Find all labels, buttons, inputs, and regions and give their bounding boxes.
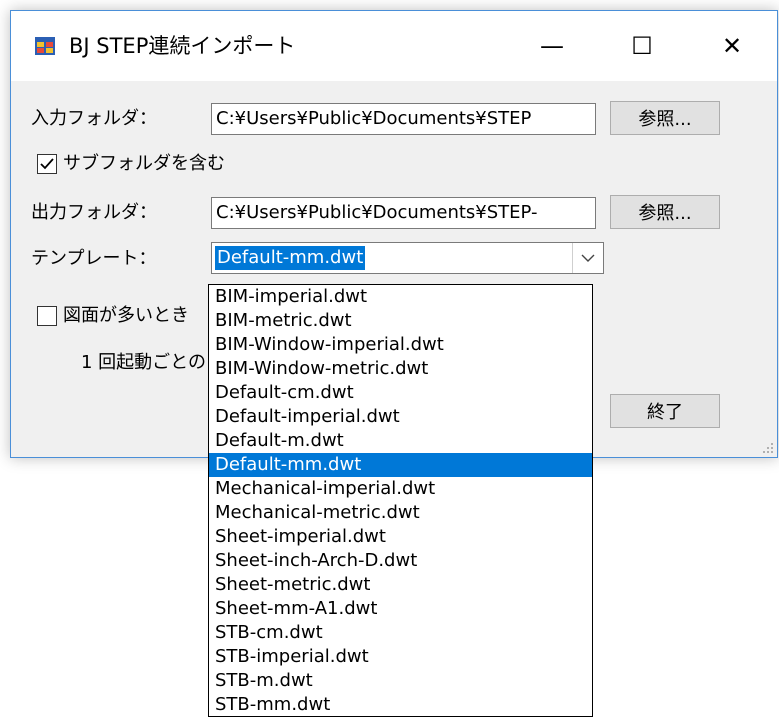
dropdown-item[interactable]: BIM-Window-metric.dwt — [209, 357, 592, 381]
input-folder-label: 入力フォルダ： — [31, 108, 157, 129]
dropdown-item[interactable]: STB-cm.dwt — [209, 621, 592, 645]
template-combobox[interactable]: Default-mm.dwt — [211, 242, 604, 274]
maximize-button[interactable]: ☐ — [597, 11, 687, 81]
minimize-button[interactable]: — — [507, 11, 597, 81]
many-drawings-label: 図面が多いとき — [63, 305, 189, 326]
dropdown-item[interactable]: Default-cm.dwt — [209, 381, 592, 405]
window-title: BJ STEP連続インポート — [69, 34, 296, 58]
dropdown-item[interactable]: BIM-metric.dwt — [209, 309, 592, 333]
dropdown-item[interactable]: Sheet-imperial.dwt — [209, 525, 592, 549]
dropdown-item[interactable]: Default-mm.dwt — [209, 453, 592, 477]
close-icon: ✕ — [721, 32, 743, 60]
output-folder-label: 出力フォルダ： — [31, 202, 157, 223]
dropdown-item[interactable]: BIM-imperial.dwt — [209, 285, 592, 309]
dropdown-item[interactable]: STB-mm.dwt — [209, 693, 592, 716]
template-label: テンプレート： — [31, 248, 157, 269]
dropdown-item[interactable]: Mechanical-imperial.dwt — [209, 477, 592, 501]
dropdown-item[interactable]: Sheet-inch-Arch-D.dwt — [209, 549, 592, 573]
subfolder-checkbox[interactable] — [37, 154, 57, 174]
dropdown-item[interactable]: BIM-Window-imperial.dwt — [209, 333, 592, 357]
dropdown-item[interactable]: Sheet-metric.dwt — [209, 573, 592, 597]
check-icon — [40, 158, 54, 170]
input-folder-field[interactable]: C:¥Users¥Public¥Documents¥STEP — [211, 103, 596, 135]
exit-button[interactable]: 終了 — [610, 394, 720, 428]
template-dropdown-list[interactable]: BIM-imperial.dwt BIM-metric.dwt BIM-Window… — [208, 284, 593, 717]
dropdown-item[interactable]: STB-m.dwt — [209, 669, 592, 693]
dropdown-item[interactable]: STB-imperial.dwt — [209, 645, 592, 669]
chevron-down-icon — [581, 254, 595, 262]
title-bar[interactable]: BJ STEP連続インポート — ☐ ✕ — [11, 11, 777, 81]
dropdown-arrow-button[interactable] — [572, 243, 603, 273]
app-icon — [35, 37, 55, 55]
template-selected-value: Default-mm.dwt — [215, 246, 366, 270]
minimize-icon: — — [540, 32, 564, 60]
close-button[interactable]: ✕ — [687, 11, 777, 81]
dropdown-item[interactable]: Default-imperial.dwt — [209, 405, 592, 429]
dropdown-item[interactable]: Default-m.dwt — [209, 429, 592, 453]
maximize-icon: ☐ — [631, 32, 653, 60]
output-browse-button[interactable]: 参照... — [610, 195, 720, 229]
many-drawings-checkbox[interactable] — [37, 306, 57, 326]
dropdown-item[interactable]: Sheet-mm-A1.dwt — [209, 597, 592, 621]
dropdown-item[interactable]: Mechanical-metric.dwt — [209, 501, 592, 525]
per-launch-label: 1 回起動ごとの — [81, 352, 206, 373]
resize-grip-icon[interactable] — [763, 443, 773, 453]
output-folder-field[interactable]: C:¥Users¥Public¥Documents¥STEP- — [211, 197, 596, 229]
subfolder-label: サブフォルダを含む — [63, 153, 225, 174]
input-browse-button[interactable]: 参照... — [610, 101, 720, 135]
